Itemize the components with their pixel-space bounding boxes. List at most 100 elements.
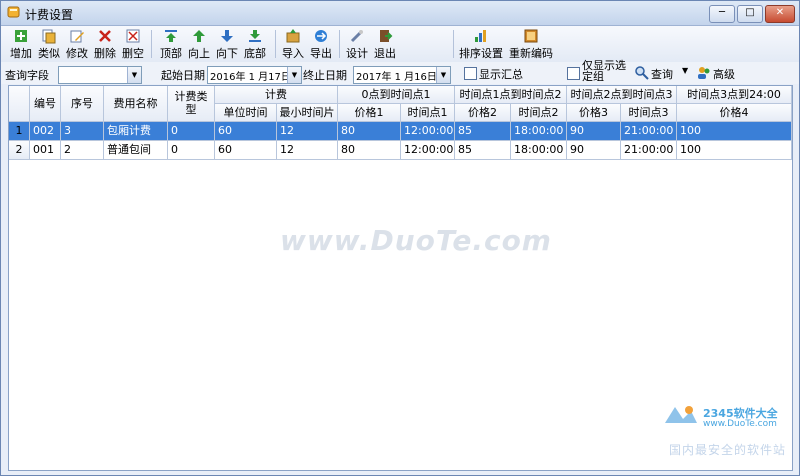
column-header-code[interactable]: 编号 <box>30 86 61 122</box>
column-header-min-slice[interactable]: 最小时间片 <box>277 104 338 122</box>
column-header-type[interactable]: 计费类型 <box>168 86 215 122</box>
export-label: 导出 <box>310 47 332 60</box>
logo-icon <box>665 406 697 423</box>
column-header-price2[interactable]: 价格2 <box>455 104 511 122</box>
cell-price4[interactable]: 100 <box>677 122 792 141</box>
sort-icon <box>475 30 486 42</box>
column-header-name[interactable]: 费用名称 <box>104 86 168 122</box>
move-top-button[interactable]: 顶部 <box>157 27 185 61</box>
chevron-down-icon[interactable]: ▼ <box>287 67 301 83</box>
start-date-picker[interactable]: 2016年 1 月17日 ▼ <box>207 66 302 84</box>
column-header-seq[interactable]: 序号 <box>61 86 104 122</box>
cell-code[interactable]: 001 <box>30 141 61 160</box>
design-button[interactable]: 设计 <box>343 27 371 61</box>
move-bottom-button[interactable]: 底部 <box>241 27 269 61</box>
arrow-down-icon <box>221 30 233 42</box>
query-field-select[interactable]: ▼ <box>58 66 142 84</box>
column-header-price4[interactable]: 价格4 <box>677 104 792 122</box>
export-button[interactable]: 导出 <box>307 27 335 61</box>
cell-price2[interactable]: 85 <box>455 122 511 141</box>
cell-min-slice[interactable]: 12 <box>277 122 338 141</box>
sort-settings-label: 排序设置 <box>459 47 503 60</box>
similar-label: 类似 <box>38 47 60 60</box>
cell-type[interactable]: 0 <box>168 141 215 160</box>
chevron-down-icon[interactable]: ▼ <box>127 67 141 83</box>
cell-seq[interactable]: 3 <box>61 122 104 141</box>
cell-price2[interactable]: 85 <box>455 141 511 160</box>
cell-name[interactable]: 普通包间 <box>104 141 168 160</box>
show-selected-only-checkbox[interactable] <box>567 67 580 80</box>
delete-button[interactable]: 删除 <box>91 27 119 61</box>
show-summary-checkbox[interactable] <box>464 67 477 80</box>
renumber-button[interactable]: 重新编码 <box>507 27 555 61</box>
edit-label: 修改 <box>66 47 88 60</box>
renumber-label: 重新编码 <box>509 47 553 60</box>
cell-min-slice[interactable]: 12 <box>277 141 338 160</box>
row-number[interactable]: 1 <box>9 122 30 141</box>
column-header-price3[interactable]: 价格3 <box>567 104 621 122</box>
row-number[interactable]: 2 <box>9 141 30 160</box>
row-number-header <box>9 86 30 122</box>
column-header-price1[interactable]: 价格1 <box>338 104 401 122</box>
column-header-time3[interactable]: 时间点3 <box>621 104 677 122</box>
exit-button[interactable]: 退出 <box>371 27 399 61</box>
move-down-button[interactable]: 向下 <box>213 27 241 61</box>
show-selected-only-label: 仅显示选定组 <box>582 59 626 83</box>
cell-time1[interactable]: 12:00:00 <box>401 122 455 141</box>
toolbar-separator <box>453 30 454 58</box>
move-top-label: 顶部 <box>160 47 182 60</box>
cell-time3[interactable]: 21:00:00 <box>621 141 677 160</box>
close-button[interactable]: ✕ <box>765 5 795 23</box>
cell-name[interactable]: 包厢计费 <box>104 122 168 141</box>
add-button[interactable]: 增加 <box>7 27 35 61</box>
add-label: 增加 <box>10 47 32 60</box>
cell-time2[interactable]: 18:00:00 <box>511 122 567 141</box>
end-date-value: 2017年 1 月16日 <box>356 72 437 83</box>
cell-unit-time[interactable]: 60 <box>215 141 277 160</box>
toolbar-separator <box>339 30 340 58</box>
cell-time1[interactable]: 12:00:00 <box>401 141 455 160</box>
end-date-label: 终止日期 <box>303 69 347 82</box>
chevron-down-icon[interactable]: ▼ <box>436 67 450 83</box>
cell-time3[interactable]: 21:00:00 <box>621 122 677 141</box>
cell-type[interactable]: 0 <box>168 122 215 141</box>
chevron-down-icon[interactable]: ▼ <box>682 66 688 75</box>
sort-settings-button[interactable]: 排序设置 <box>457 27 505 61</box>
search-icon <box>635 66 649 80</box>
move-up-button[interactable]: 向上 <box>185 27 213 61</box>
similar-button[interactable]: 类似 <box>35 27 63 61</box>
clear-button[interactable]: 删空 <box>119 27 147 61</box>
group-header-period2: 时间点1点到时间点2 <box>455 86 567 104</box>
cell-seq[interactable]: 2 <box>61 141 104 160</box>
toolbar-separator <box>275 30 276 58</box>
group-header-billing: 计费 <box>215 86 338 104</box>
move-down-label: 向下 <box>216 47 238 60</box>
end-date-picker[interactable]: 2017年 1 月16日 ▼ <box>353 66 451 84</box>
clear-label: 删空 <box>122 47 144 60</box>
cell-unit-time[interactable]: 60 <box>215 122 277 141</box>
column-header-time1[interactable]: 时间点1 <box>401 104 455 122</box>
minimize-button[interactable]: ─ <box>709 5 735 23</box>
column-header-time2[interactable]: 时间点2 <box>511 104 567 122</box>
cell-time2[interactable]: 18:00:00 <box>511 141 567 160</box>
query-button[interactable]: 查询 ▼ <box>635 64 693 82</box>
delete-label: 删除 <box>94 47 116 60</box>
watermark: www.DuoTe.com <box>280 224 552 257</box>
cell-price4[interactable]: 100 <box>677 141 792 160</box>
advanced-button[interactable]: 高级 <box>697 64 743 82</box>
maximize-button[interactable]: □ <box>737 5 763 23</box>
exit-label: 退出 <box>374 47 396 60</box>
move-top-icon <box>165 30 177 42</box>
cell-price3[interactable]: 90 <box>567 141 621 160</box>
import-button[interactable]: 导入 <box>279 27 307 61</box>
cell-price1[interactable]: 80 <box>338 122 401 141</box>
start-date-label: 起始日期 <box>161 69 205 82</box>
delete-icon <box>99 30 111 42</box>
column-header-unit-time[interactable]: 单位时间 <box>215 104 277 122</box>
move-up-label: 向上 <box>188 47 210 60</box>
cell-code[interactable]: 002 <box>30 122 61 141</box>
edit-button[interactable]: 修改 <box>63 27 91 61</box>
cell-price3[interactable]: 90 <box>567 122 621 141</box>
query-label: 查询 <box>651 68 673 81</box>
cell-price1[interactable]: 80 <box>338 141 401 160</box>
